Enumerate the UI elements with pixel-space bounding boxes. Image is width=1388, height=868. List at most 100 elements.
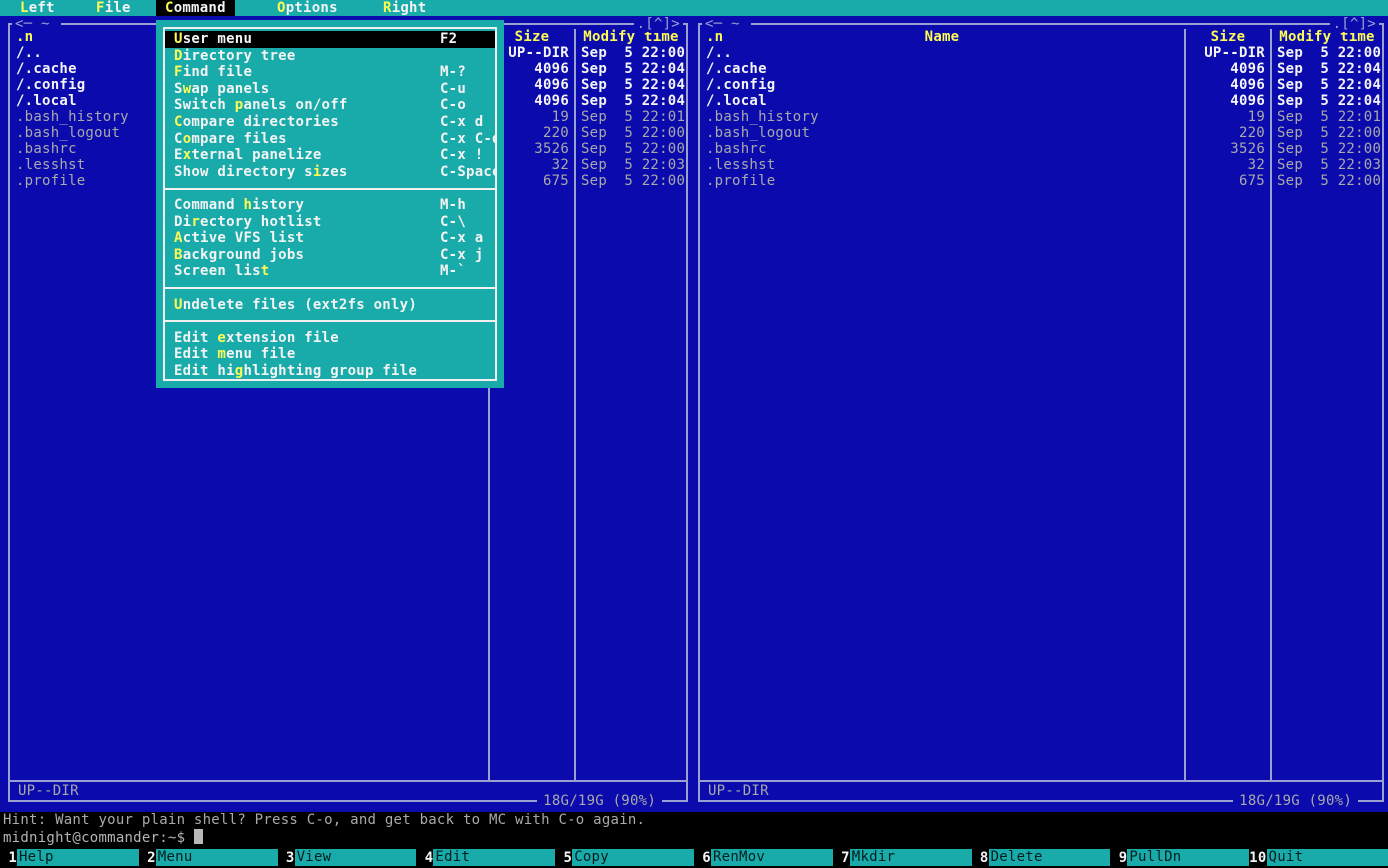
file-size: 3526 xyxy=(1184,141,1270,157)
menu-item-shortcut: C-Space xyxy=(440,164,497,181)
file-row-local[interactable]: /.local4096Sep 5 22:04 xyxy=(700,93,1382,109)
fkey-6-renmov[interactable]: 6RenMov xyxy=(694,847,833,868)
menu-item-show-directory-sizes[interactable]: Show directory sizesC-Space xyxy=(165,164,495,181)
file-row-bash-history[interactable]: .bash_history19Sep 5 22:01 xyxy=(700,109,1382,125)
menu-bar-item-command[interactable]: Command xyxy=(156,0,235,17)
file-size: 4096 xyxy=(1184,61,1270,77)
menu-item-label: Directory hotlist xyxy=(174,214,322,230)
file-row-cache[interactable]: /.cache4096Sep 5 22:04 xyxy=(700,61,1382,77)
hotkey-letter: D xyxy=(174,48,183,64)
file-row-bash-logout[interactable]: .bash_logout220Sep 5 22:00 xyxy=(700,125,1382,141)
menu-item-swap-panels[interactable]: Swap panelsC-u xyxy=(165,81,495,98)
file-name: /.cache xyxy=(700,61,1184,77)
file-mtime: Sep 5 22:03 xyxy=(574,157,686,173)
fkey-8-delete[interactable]: 8Delete xyxy=(972,847,1111,868)
hotkey-letter: C xyxy=(165,0,174,16)
menu-item-background-jobs[interactable]: Background jobsC-x j xyxy=(165,247,495,264)
file-row-bashrc[interactable]: .bashrc3526Sep 5 22:00 xyxy=(700,141,1382,157)
panel-updir-button[interactable]: .[^]> xyxy=(634,16,683,32)
fkey-10-quit[interactable]: 10Quit xyxy=(1249,847,1388,868)
panel-empty-area xyxy=(700,189,1382,780)
menu-item-directory-tree[interactable]: Directory tree xyxy=(165,48,495,65)
fkey-label: RenMov xyxy=(711,849,833,866)
fkey-7-mkdir[interactable]: 7Mkdir xyxy=(833,847,972,868)
file-name: /.. xyxy=(700,45,1184,61)
hotkey-letter: O xyxy=(277,0,286,16)
menu-item-shortcut: C-u xyxy=(440,81,466,98)
fkey-label: Help xyxy=(17,849,139,866)
menu-item-compare-files[interactable]: Compare filesC-x C-d xyxy=(165,131,495,148)
command-menu-dropdown: User menuF2Directory treeFind fileM-?Swa… xyxy=(156,20,504,388)
menu-item-shortcut: C-o xyxy=(440,97,466,114)
menu-item-shortcut: M-` xyxy=(440,263,466,280)
menu-item-active-vfs-list[interactable]: Active VFS listC-x a xyxy=(165,230,495,247)
fkey-5-copy[interactable]: 5Copy xyxy=(555,847,694,868)
file-row-config[interactable]: /.config4096Sep 5 22:04 xyxy=(700,77,1382,93)
file-name: .profile xyxy=(700,173,1184,189)
file-name: .bashrc xyxy=(700,141,1184,157)
file-size: 32 xyxy=(1184,157,1270,173)
menu-item-edit-highlighting-group-file[interactable]: Edit highlighting group file xyxy=(165,363,495,380)
menu-item-label: Undelete files (ext2fs only) xyxy=(174,297,417,313)
fkey-label: Menu xyxy=(156,849,278,866)
file-row-lesshst[interactable]: .lesshst32Sep 5 22:03 xyxy=(700,157,1382,173)
fkey-4-edit[interactable]: 4Edit xyxy=(416,847,555,868)
file-name: .bash_history xyxy=(700,109,1184,125)
command-menu-list: User menuF2Directory treeFind fileM-?Swa… xyxy=(163,27,497,381)
file-size: UP--DIR xyxy=(1184,45,1270,61)
menu-item-edit-menu-file[interactable]: Edit menu file xyxy=(165,346,495,363)
mc-screen: LeftFileCommandOptionsRight <─ ~ .[^]>18… xyxy=(0,0,1388,868)
file-row-profile[interactable]: .profile675Sep 5 22:00 xyxy=(700,173,1382,189)
menu-item-label: Edit extension file xyxy=(174,330,339,346)
fkey-9-pulldn[interactable]: 9PullDn xyxy=(1110,847,1249,868)
hotkey-letter: r xyxy=(191,214,200,230)
menu-item-undelete-files-ext2fs-only[interactable]: Undelete files (ext2fs only) xyxy=(165,297,495,314)
hint-line: Hint: Want your plain shell? Press C-o, … xyxy=(0,812,1388,829)
menu-item-switch-panels-on-off[interactable]: Switch panels on/offC-o xyxy=(165,97,495,114)
file-name: .bash_logout xyxy=(700,125,1184,141)
hotkey-letter: t xyxy=(261,263,270,279)
file-name: /.local xyxy=(700,93,1184,109)
file-row-[interactable]: /..UP--DIRSep 5 22:00 xyxy=(700,45,1382,61)
sort-indicator: .n xyxy=(16,29,33,45)
menu-item-label: Command history xyxy=(174,197,304,213)
menu-bar: Left File Command Options Right xyxy=(0,0,1388,17)
command-line[interactable]: midnight@commander:~$ xyxy=(0,829,1388,847)
menu-item-directory-hotlist[interactable]: Directory hotlistC-\ xyxy=(165,214,495,231)
file-mtime: Sep 5 22:00 xyxy=(1270,173,1382,189)
menu-item-find-file[interactable]: Find fileM-? xyxy=(165,64,495,81)
file-mtime: Sep 5 22:04 xyxy=(574,93,686,109)
disk-usage: 18G/19G (90%) xyxy=(537,793,662,809)
column-header-name[interactable]: Name xyxy=(925,29,960,45)
menu-bar-item-options[interactable]: Options xyxy=(268,0,347,17)
fkey-1-help[interactable]: 1Help xyxy=(0,847,139,868)
fkey-label: Copy xyxy=(572,849,694,866)
file-mtime: Sep 5 22:00 xyxy=(1270,125,1382,141)
hotkey-letter: C xyxy=(174,114,183,130)
fkey-number: 9 xyxy=(1110,850,1127,866)
menu-item-label: Screen list xyxy=(174,263,269,279)
menu-item-command-history[interactable]: Command historyM-h xyxy=(165,197,495,214)
fkey-label: Delete xyxy=(989,849,1111,866)
menu-bar-item-right[interactable]: Right xyxy=(374,0,435,17)
fkey-3-view[interactable]: 3View xyxy=(278,847,417,868)
menu-item-label: Edit highlighting group file xyxy=(174,363,417,379)
menu-item-edit-extension-file[interactable]: Edit extension file xyxy=(165,330,495,347)
file-mtime: Sep 5 22:01 xyxy=(574,109,686,125)
menu-item-label: Directory tree xyxy=(174,48,296,64)
column-header-size[interactable]: Size xyxy=(1184,29,1270,45)
menu-bar-item-file[interactable]: File xyxy=(87,0,140,17)
file-mtime: Sep 5 22:00 xyxy=(574,141,686,157)
panel-updir-button[interactable]: .[^]> xyxy=(1330,16,1379,32)
menu-item-label: User menu xyxy=(174,31,252,47)
fkey-label: Quit xyxy=(1267,849,1388,866)
function-key-bar: 1Help2Menu3View4Edit5Copy6RenMov7Mkdir8D… xyxy=(0,847,1388,868)
menu-item-shortcut: C-x C-d xyxy=(440,131,497,148)
menu-item-external-panelize[interactable]: External panelizeC-x ! xyxy=(165,147,495,164)
menu-item-compare-directories[interactable]: Compare directoriesC-x d xyxy=(165,114,495,131)
fkey-2-menu[interactable]: 2Menu xyxy=(139,847,278,868)
menu-bar-item-left[interactable]: Left xyxy=(11,0,64,17)
menu-item-screen-list[interactable]: Screen list M-` xyxy=(165,263,495,280)
shell-prompt: midnight@commander:~$ xyxy=(3,830,185,846)
menu-item-user-menu[interactable]: User menuF2 xyxy=(165,31,495,48)
